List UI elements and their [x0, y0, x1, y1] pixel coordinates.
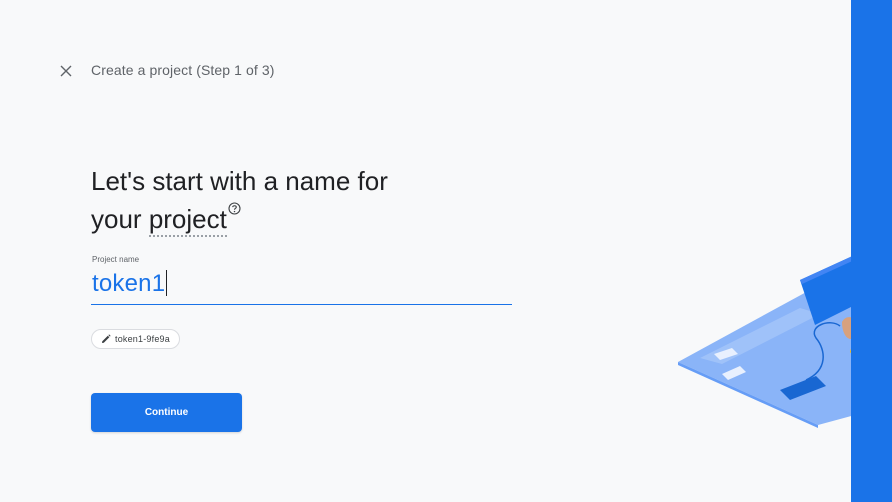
close-icon: [60, 65, 72, 77]
headline-line-2: your project: [91, 200, 511, 238]
headline-prefix: your: [91, 204, 149, 234]
step-title: Create a project (Step 1 of 3): [91, 62, 275, 78]
close-button[interactable]: [56, 61, 76, 81]
continue-button[interactable]: Continue: [91, 393, 242, 432]
project-name-input[interactable]: token1: [91, 266, 512, 305]
project-name-text: token1: [92, 270, 166, 297]
headline-line-1: Let's start with a name for: [91, 166, 388, 196]
project-id-chip[interactable]: token1-9fe9a: [91, 329, 180, 349]
page-headline: Let's start with a name for your project: [91, 162, 511, 238]
help-circle-icon[interactable]: [228, 202, 241, 215]
headline-keyword-project[interactable]: project: [148, 204, 227, 237]
side-accent-bar: [851, 0, 892, 502]
project-id-value: token1-9fe9a: [115, 334, 170, 344]
pencil-icon: [102, 334, 111, 343]
project-name-value: token1: [92, 270, 168, 298]
project-name-label: Project name: [92, 255, 140, 264]
text-caret: [166, 270, 168, 296]
